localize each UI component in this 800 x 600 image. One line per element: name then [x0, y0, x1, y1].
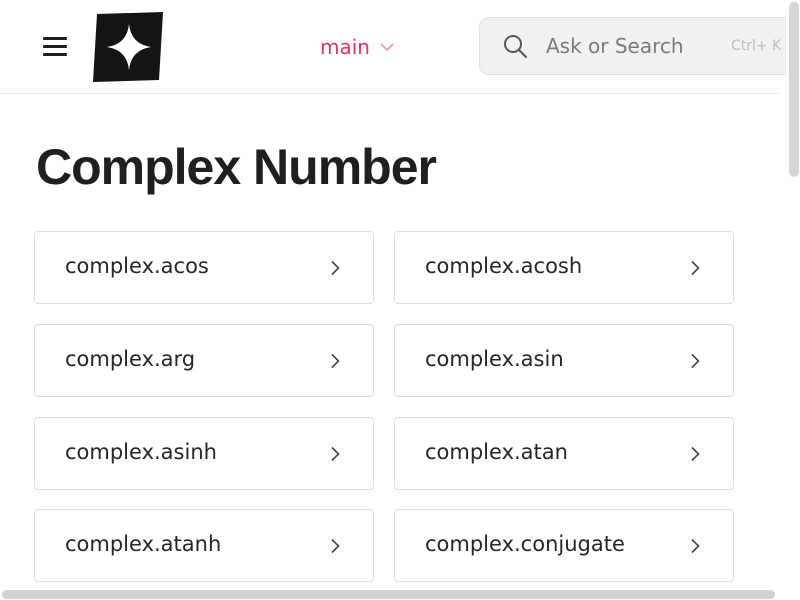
- card-complex-acos[interactable]: complex.acos: [34, 231, 374, 304]
- card-complex-atanh[interactable]: complex.atanh: [34, 509, 374, 582]
- card-label: complex.asinh: [65, 440, 217, 464]
- chevron-down-icon: [380, 42, 394, 51]
- card-complex-conjugate[interactable]: complex.conjugate: [394, 509, 734, 582]
- card-label: complex.acosh: [425, 254, 583, 278]
- card-label: complex.arg: [65, 347, 196, 371]
- search-placeholder: Ask or Search: [546, 34, 684, 58]
- chevron-right-icon: [691, 538, 700, 554]
- menu-icon-bar: [43, 37, 67, 40]
- menu-icon-bar: [43, 45, 67, 48]
- chevron-right-icon: [691, 446, 700, 462]
- card-complex-arg[interactable]: complex.arg: [34, 324, 374, 397]
- vertical-scrollbar-thumb[interactable]: [789, 2, 799, 177]
- branch-selector[interactable]: main: [320, 34, 394, 60]
- search-icon: [504, 35, 527, 58]
- card-label: complex.acos: [65, 254, 209, 278]
- chevron-right-icon: [331, 538, 340, 554]
- card-label: complex.conjugate: [425, 532, 625, 556]
- chevron-right-icon: [331, 260, 340, 276]
- search-shortcut-hint: Ctrl+ K: [731, 38, 782, 54]
- logo-icon[interactable]: [93, 12, 165, 82]
- menu-icon-bar: [43, 53, 67, 56]
- card-label: complex.atanh: [65, 532, 222, 556]
- card-complex-asin[interactable]: complex.asin: [394, 324, 734, 397]
- card-label: complex.asin: [425, 347, 564, 371]
- chevron-right-icon: [691, 353, 700, 369]
- search-box[interactable]: Ask or Search Ctrl+ K: [479, 17, 800, 75]
- chevron-right-icon: [691, 260, 700, 276]
- chevron-right-icon: [331, 446, 340, 462]
- card-complex-asinh[interactable]: complex.asinh: [34, 417, 374, 490]
- horizontal-scrollbar-thumb[interactable]: [2, 590, 775, 599]
- top-header: main Ask or Search Ctrl+ K: [0, 0, 800, 94]
- card-complex-atan[interactable]: complex.atan: [394, 417, 734, 490]
- hamburger-menu-button[interactable]: [38, 32, 72, 62]
- chevron-right-icon: [331, 353, 340, 369]
- card-complex-acosh[interactable]: complex.acosh: [394, 231, 734, 304]
- page-title: Complex Number: [36, 139, 437, 195]
- card-label: complex.atan: [425, 440, 568, 464]
- branch-label: main: [320, 35, 370, 59]
